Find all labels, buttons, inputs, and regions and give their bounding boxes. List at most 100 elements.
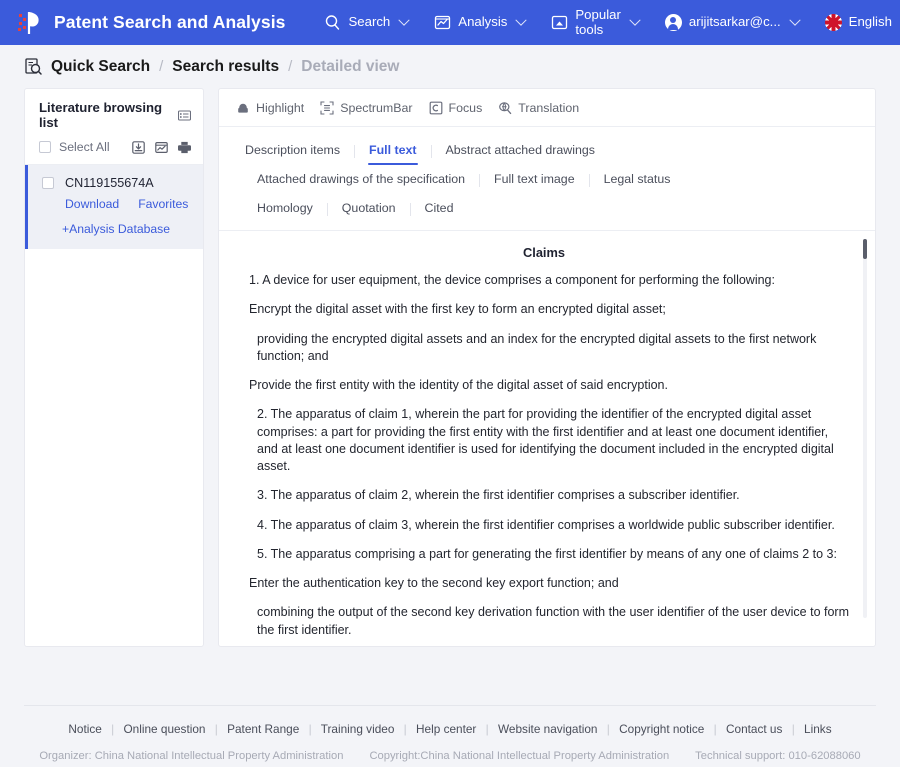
focus-icon (429, 101, 443, 115)
spectrum-bar-icon (320, 101, 334, 115)
highlight-icon (236, 101, 250, 115)
claim-paragraph: 3. The apparatus of claim 2, wherein the… (257, 488, 740, 503)
nav-popular-tools-label: Popular tools (575, 7, 621, 37)
header-nav: Search Analysis Popular tools arijitsark… (311, 0, 900, 45)
document-toolbar: Highlight SpectrumBar Focus Translation (219, 89, 875, 127)
chart-icon (434, 14, 451, 31)
sidebar-header: Literature browsing list (25, 89, 203, 137)
sidebar-title: Literature browsing list (39, 100, 163, 130)
footer-separator: | (791, 722, 795, 736)
favorites-link[interactable]: Favorites (138, 197, 188, 211)
footer-separator: | (713, 722, 717, 736)
app-header: Patent Search and Analysis Search Analys… (0, 0, 900, 45)
detail-panel: Highlight SpectrumBar Focus Translation … (218, 88, 876, 647)
chevron-down-icon (398, 14, 410, 26)
breadcrumb-separator: / (288, 58, 293, 75)
workspace: Literature browsing list Select All CN11… (0, 88, 900, 647)
translation-label: Translation (518, 101, 580, 115)
sidebar-actions (132, 140, 191, 154)
breadcrumb-search-results[interactable]: Search results (172, 58, 279, 76)
download-icon[interactable] (132, 140, 145, 154)
tab-full-text-image[interactable]: Full text image (480, 167, 589, 195)
breadcrumb-quick-search[interactable]: Quick Search (51, 58, 150, 76)
footer-link-copyright-notice[interactable]: Copyright notice (619, 722, 704, 736)
print-icon[interactable] (178, 141, 191, 154)
claim-paragraph: 5. The apparatus comprising a part for g… (257, 546, 837, 561)
tools-icon (551, 14, 568, 31)
footer-link-patent-range[interactable]: Patent Range (227, 722, 299, 736)
claim-paragraph: 4. The apparatus of claim 3, wherein the… (257, 517, 835, 532)
footer: Notice | Online question | Patent Range … (24, 706, 876, 762)
patent-number: CN119155674A (65, 176, 154, 190)
add-analysis-database-link[interactable]: +Analysis Database (62, 222, 191, 236)
document-search-icon (24, 57, 43, 76)
nav-popular-tools[interactable]: Popular tools (538, 0, 651, 45)
footer-link-help-center[interactable]: Help center (416, 722, 476, 736)
footer-separator: | (111, 722, 115, 736)
claim-paragraph: 1. A device for user equipment, the devi… (249, 273, 775, 287)
highlight-button[interactable]: Highlight (233, 101, 317, 115)
footer-technical-support: Technical support: 010-62088060 (695, 750, 861, 762)
detail-tabs: Description items Full text Abstract att… (219, 127, 875, 224)
claim-paragraph: Provide the first entity with the identi… (249, 378, 668, 392)
footer-separator: | (606, 722, 610, 736)
nav-language[interactable]: English (812, 0, 900, 45)
list-item-header: CN119155674A (42, 176, 191, 190)
tab-homology[interactable]: Homology (243, 196, 327, 224)
nav-user-account[interactable]: arijitsarkar@c... (652, 0, 812, 45)
footer-link-website-navigation[interactable]: Website navigation (498, 722, 597, 736)
claims-heading: Claims (523, 245, 565, 260)
list-item[interactable]: CN119155674A Download Favorites +Analysi… (25, 165, 203, 249)
tab-description-items[interactable]: Description items (231, 138, 354, 166)
literature-browsing-panel: Literature browsing list Select All CN11… (24, 88, 204, 647)
claim-paragraph: Encrypt the digital asset with the first… (249, 302, 666, 317)
nav-language-label: English (848, 14, 892, 30)
breadcrumb-separator: / (159, 58, 164, 75)
footer-link-online-question[interactable]: Online question (124, 722, 206, 736)
claim-paragraph: Enter the authentication key to the seco… (249, 576, 619, 590)
download-link[interactable]: Download (65, 197, 119, 211)
export-chart-icon[interactable] (155, 141, 168, 154)
nav-analysis[interactable]: Analysis (421, 0, 538, 45)
select-all-row: Select All (25, 137, 203, 165)
tab-legal-status[interactable]: Legal status (590, 167, 685, 195)
content-scrollbar[interactable] (863, 239, 867, 618)
tab-cited[interactable]: Cited (411, 196, 468, 224)
tab-abstract-attached-drawings[interactable]: Abstract attached drawings (432, 138, 609, 166)
app-title: Patent Search and Analysis (54, 12, 286, 32)
tab-row-3: Homology Quotation Cited (219, 196, 875, 224)
tab-quotation[interactable]: Quotation (328, 196, 410, 224)
tab-row-1: Description items Full text Abstract att… (219, 138, 875, 166)
spectrumbar-button[interactable]: SpectrumBar (317, 101, 425, 115)
chevron-down-icon (629, 14, 641, 26)
claim-paragraph: 2. The apparatus of claim 1, wherein the… (257, 407, 834, 473)
list-item-checkbox[interactable] (42, 177, 54, 189)
list-item-links: Download Favorites (65, 197, 191, 211)
nav-analysis-label: Analysis (458, 14, 508, 30)
select-all-label: Select All (59, 140, 110, 154)
footer-links: Notice | Online question | Patent Range … (24, 722, 876, 736)
breadcrumb-detailed-view: Detailed view (301, 57, 400, 75)
list-settings-icon[interactable] (177, 109, 192, 122)
footer-link-notice[interactable]: Notice (68, 722, 101, 736)
patent-logo-icon (16, 9, 44, 37)
spectrumbar-label: SpectrumBar (340, 101, 413, 115)
uk-flag-icon (824, 14, 842, 31)
tab-attached-drawings-specification[interactable]: Attached drawings of the specification (243, 167, 479, 195)
chevron-down-icon (515, 14, 528, 26)
footer-link-training-video[interactable]: Training video (321, 722, 395, 736)
footer-separator: | (485, 722, 489, 736)
footer-copyright: Copyright:China National Intellectual Pr… (369, 750, 670, 762)
translation-button[interactable]: Translation (495, 101, 592, 115)
footer-link-contact-us[interactable]: Contact us (726, 722, 782, 736)
focus-button[interactable]: Focus (426, 101, 496, 115)
tab-full-text[interactable]: Full text (355, 138, 431, 166)
select-all-checkbox[interactable] (39, 141, 51, 153)
footer-meta: Organizer: China National Intellectual P… (24, 750, 876, 762)
translation-icon (498, 101, 512, 115)
scrollbar-thumb[interactable] (863, 239, 867, 259)
brand: Patent Search and Analysis (16, 9, 285, 37)
claim-paragraph: providing the encrypted digital assets a… (257, 331, 817, 363)
footer-link-links[interactable]: Links (804, 722, 832, 736)
nav-search[interactable]: Search (311, 0, 421, 45)
